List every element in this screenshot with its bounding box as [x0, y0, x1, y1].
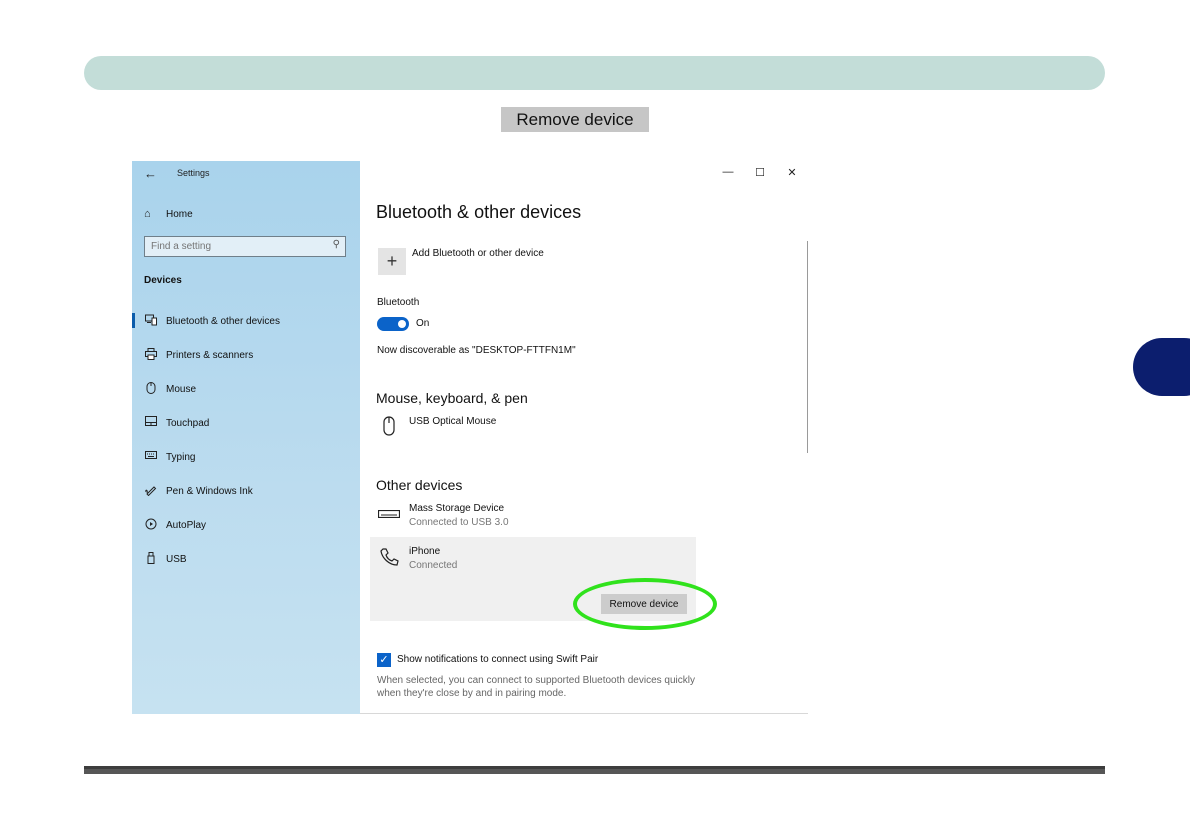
- mouse-icon: [378, 415, 400, 437]
- bluetooth-toggle[interactable]: [377, 317, 409, 331]
- section-label-devices: Devices: [144, 275, 182, 286]
- mouse-icon: [144, 382, 158, 396]
- sidebar: ← Settings ⌂ Home ⚲ Devices Bluetooth & …: [132, 161, 360, 714]
- swift-pair-help: When selected, you can connect to suppor…: [377, 675, 695, 699]
- sidebar-item-label: AutoPlay: [166, 519, 207, 531]
- sidebar-item-bluetooth[interactable]: Bluetooth & other devices: [132, 312, 360, 330]
- device-name-mass-storage[interactable]: Mass Storage Device: [409, 503, 504, 514]
- back-arrow-icon[interactable]: ←: [144, 166, 157, 181]
- sidebar-item-label: Touchpad: [166, 417, 210, 429]
- device-name-iphone[interactable]: iPhone: [409, 546, 440, 557]
- chapter-tab: [1133, 338, 1190, 396]
- window-controls: — ☐ ✕: [722, 166, 798, 179]
- touchpad-icon: [144, 416, 158, 430]
- plus-icon: +: [386, 251, 398, 271]
- bluetooth-devices-icon: [144, 314, 158, 328]
- highlight-circle: [573, 578, 717, 630]
- search-icon[interactable]: ⚲: [333, 239, 340, 250]
- autoplay-icon: [144, 518, 158, 532]
- header-bar: [84, 56, 1105, 90]
- usb-icon: [144, 552, 158, 566]
- main-content: — ☐ ✕ Bluetooth & other devices + Add Bl…: [360, 161, 808, 714]
- sidebar-item-pen[interactable]: Pen & Windows Ink: [132, 482, 360, 500]
- settings-window: ← Settings ⌂ Home ⚲ Devices Bluetooth & …: [132, 161, 808, 714]
- sidebar-item-label: Bluetooth & other devices: [166, 315, 280, 327]
- sidebar-item-label: Pen & Windows Ink: [166, 485, 253, 497]
- page-title: Bluetooth & other devices: [376, 202, 582, 222]
- window-title: Settings: [177, 168, 210, 178]
- sidebar-item-typing[interactable]: Typing: [132, 448, 360, 466]
- caption-label: Remove device: [501, 107, 649, 132]
- sidebar-item-label: USB: [166, 553, 187, 565]
- sidebar-item-label: Typing: [166, 451, 196, 463]
- maximize-button[interactable]: ☐: [754, 166, 766, 179]
- add-device-button[interactable]: +: [378, 248, 406, 275]
- section-heading-other: Other devices: [376, 477, 463, 493]
- device-status-iphone: Connected: [409, 560, 458, 571]
- bluetooth-label: Bluetooth: [377, 297, 420, 308]
- sidebar-item-label: Printers & scanners: [166, 349, 254, 361]
- sidebar-item-autoplay[interactable]: AutoPlay: [132, 516, 360, 534]
- close-button[interactable]: ✕: [786, 166, 798, 179]
- device-name-mouse[interactable]: USB Optical Mouse: [409, 416, 496, 427]
- pen-icon: [144, 484, 158, 498]
- bluetooth-state: On: [416, 318, 430, 329]
- device-status-mass-storage: Connected to USB 3.0: [409, 517, 509, 528]
- drive-icon: [378, 503, 400, 525]
- printer-icon: [144, 348, 158, 362]
- sidebar-item-touchpad[interactable]: Touchpad: [132, 414, 360, 432]
- sidebar-item-usb[interactable]: USB: [132, 550, 360, 568]
- search-input[interactable]: [151, 239, 321, 253]
- add-device-label[interactable]: Add Bluetooth or other device: [412, 248, 544, 259]
- scrollbar[interactable]: [807, 241, 808, 453]
- sidebar-item-printers[interactable]: Printers & scanners: [132, 346, 360, 364]
- keyboard-icon: [144, 450, 158, 464]
- discoverable-text: Now discoverable as "DESKTOP-FTTFN1M": [377, 345, 576, 356]
- sidebar-item-label: Mouse: [166, 383, 197, 395]
- swift-pair-checkbox[interactable]: ✓: [377, 653, 391, 667]
- section-heading-mouse: Mouse, keyboard, & pen: [376, 390, 528, 406]
- home-label: Home: [166, 208, 193, 220]
- phone-icon: [378, 546, 400, 568]
- minimize-button[interactable]: —: [722, 166, 734, 179]
- search-box[interactable]: ⚲: [144, 236, 346, 257]
- swift-pair-label[interactable]: Show notifications to connect using Swif…: [397, 654, 598, 665]
- divider: [360, 713, 808, 714]
- home-icon: ⌂: [144, 208, 151, 220]
- sidebar-item-mouse[interactable]: Mouse: [132, 380, 360, 398]
- home-link[interactable]: ⌂ Home: [144, 206, 193, 222]
- footer-rule: [84, 766, 1105, 774]
